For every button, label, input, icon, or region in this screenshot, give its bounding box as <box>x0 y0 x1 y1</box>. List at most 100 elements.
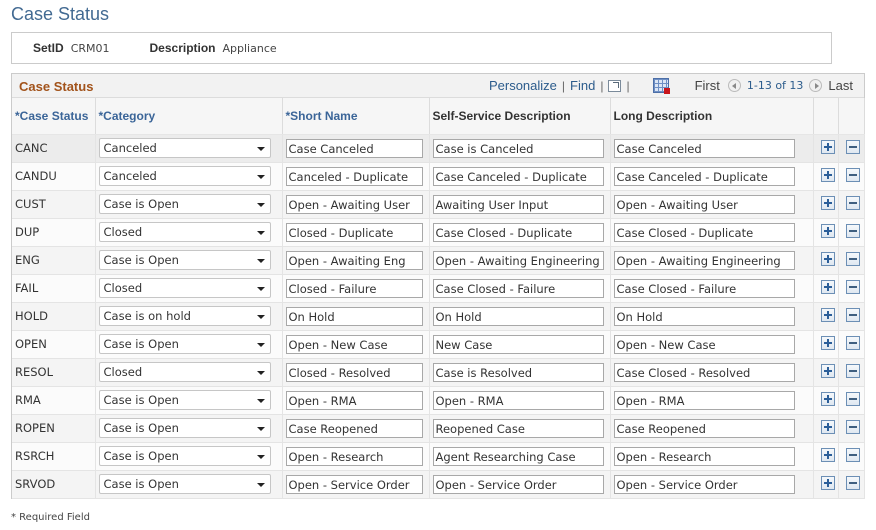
long-description-input[interactable]: Case Closed - Duplicate <box>613 222 795 242</box>
column-header-long-description[interactable]: Long Description <box>610 98 814 135</box>
minus-icon[interactable] <box>845 363 860 378</box>
self-service-description-input[interactable]: Case Closed - Duplicate <box>432 222 604 242</box>
case-status-cell: OPEN <box>12 330 96 359</box>
short-name-input[interactable]: Case Canceled <box>285 138 423 158</box>
short-name-input[interactable]: Open - Awaiting Eng <box>285 250 423 270</box>
minus-icon[interactable] <box>845 391 860 406</box>
plus-icon[interactable] <box>820 223 835 238</box>
long-description-input[interactable]: Open - Research <box>613 446 795 466</box>
minus-icon[interactable] <box>845 139 860 154</box>
self-service-description-input[interactable]: Open - RMA <box>432 390 604 410</box>
long-description-input[interactable]: Open - Awaiting Engineering <box>613 250 795 270</box>
plus-icon[interactable] <box>820 251 835 266</box>
short-name-input[interactable]: On Hold <box>285 306 423 326</box>
delete-cell <box>838 246 865 275</box>
long-description-input[interactable]: Case Closed - Resolved <box>613 362 795 382</box>
category-select[interactable]: Canceled <box>98 138 271 158</box>
minus-icon[interactable] <box>845 475 860 490</box>
self-service-description-input[interactable]: Awaiting User Input <box>432 194 604 214</box>
category-select[interactable]: Case is on hold <box>98 306 271 326</box>
category-select[interactable]: Case is Open <box>98 334 271 354</box>
minus-icon[interactable] <box>845 167 860 182</box>
short-name-input[interactable]: Open - Service Order <box>285 474 423 494</box>
self-service-description-input[interactable]: Open - Service Order <box>432 474 604 494</box>
category-cell: Case is Open <box>95 386 283 415</box>
short-name-input[interactable]: Open - Awaiting User <box>285 194 423 214</box>
self-service-description-input[interactable]: On Hold <box>432 306 604 326</box>
self-service-description-input[interactable]: New Case <box>432 334 604 354</box>
short-name-input[interactable]: Closed - Duplicate <box>285 222 423 242</box>
long-description-input[interactable]: Open - RMA <box>613 390 795 410</box>
long-description-input[interactable]: Open - Awaiting User <box>613 194 795 214</box>
short-name-input[interactable]: Canceled - Duplicate <box>285 166 423 186</box>
column-header-case-status[interactable]: *Case Status <box>12 98 96 135</box>
plus-icon[interactable] <box>820 447 835 462</box>
category-value: Closed <box>103 281 143 295</box>
plus-icon[interactable] <box>820 391 835 406</box>
plus-icon[interactable] <box>820 419 835 434</box>
self-service-description-input[interactable]: Case is Resolved <box>432 362 604 382</box>
category-select[interactable]: Closed <box>98 362 271 382</box>
minus-icon[interactable] <box>845 307 860 322</box>
next-icon[interactable] <box>809 79 823 92</box>
long-description-input[interactable]: Case Closed - Failure <box>613 278 795 298</box>
previous-icon[interactable] <box>727 79 741 92</box>
self-service-description-input[interactable]: Case is Canceled <box>432 138 604 158</box>
column-header-short-name[interactable]: *Short Name <box>282 98 430 135</box>
minus-icon[interactable] <box>845 251 860 266</box>
long-description-input[interactable]: Case Canceled - Duplicate <box>613 166 795 186</box>
category-select[interactable]: Case is Open <box>98 250 271 270</box>
category-select[interactable]: Case is Open <box>98 474 271 494</box>
find-link[interactable]: Find <box>570 78 595 93</box>
plus-icon[interactable] <box>820 307 835 322</box>
last-link[interactable]: Last <box>828 78 853 93</box>
category-select[interactable]: Case is Open <box>98 418 271 438</box>
minus-icon[interactable] <box>845 335 860 350</box>
short-name-input[interactable]: Closed - Resolved <box>285 362 423 382</box>
short-name-input[interactable]: Open - Research <box>285 446 423 466</box>
self-service-description-input[interactable]: Case Closed - Failure <box>432 278 604 298</box>
minus-icon[interactable] <box>845 279 860 294</box>
personalize-link[interactable]: Personalize <box>489 78 557 93</box>
long-description-input[interactable]: On Hold <box>613 306 795 326</box>
chevron-down-icon <box>256 315 265 319</box>
self-service-cell: Open - Service Order <box>429 470 611 499</box>
download-spreadsheet-icon[interactable] <box>652 78 670 94</box>
self-service-cell: Case is Resolved <box>429 358 611 387</box>
plus-icon[interactable] <box>820 363 835 378</box>
plus-icon[interactable] <box>820 279 835 294</box>
self-service-description-input[interactable]: Reopened Case <box>432 418 604 438</box>
category-select[interactable]: Closed <box>98 222 271 242</box>
minus-icon[interactable] <box>845 195 860 210</box>
category-select[interactable]: Canceled <box>98 166 271 186</box>
plus-icon[interactable] <box>820 195 835 210</box>
minus-icon[interactable] <box>845 223 860 238</box>
case-status-cell: RESOL <box>12 358 96 387</box>
short-name-input[interactable]: Open - RMA <box>285 390 423 410</box>
short-name-input[interactable]: Open - New Case <box>285 334 423 354</box>
category-value: Case is Open <box>103 337 179 351</box>
column-header-self-service-description[interactable]: Self-Service Description <box>429 98 611 135</box>
first-link[interactable]: First <box>695 78 720 93</box>
category-select[interactable]: Closed <box>98 278 271 298</box>
plus-icon[interactable] <box>820 139 835 154</box>
long-description-input[interactable]: Open - New Case <box>613 334 795 354</box>
minus-icon[interactable] <box>845 447 860 462</box>
column-header-category[interactable]: *Category <box>95 98 283 135</box>
self-service-description-input[interactable]: Open - Awaiting Engineering <box>432 250 604 270</box>
self-service-description-input[interactable]: Agent Researching Case <box>432 446 604 466</box>
category-select[interactable]: Case is Open <box>98 446 271 466</box>
minus-icon[interactable] <box>845 419 860 434</box>
category-select[interactable]: Case is Open <box>98 194 271 214</box>
plus-icon[interactable] <box>820 335 835 350</box>
short-name-input[interactable]: Closed - Failure <box>285 278 423 298</box>
short-name-input[interactable]: Case Reopened <box>285 418 423 438</box>
plus-icon[interactable] <box>820 475 835 490</box>
zoom-view-icon[interactable] <box>608 79 622 92</box>
plus-icon[interactable] <box>820 167 835 182</box>
long-description-input[interactable]: Case Reopened <box>613 418 795 438</box>
long-description-input[interactable]: Open - Service Order <box>613 474 795 494</box>
category-select[interactable]: Case is Open <box>98 390 271 410</box>
long-description-input[interactable]: Case Canceled <box>613 138 795 158</box>
self-service-description-input[interactable]: Case Canceled - Duplicate <box>432 166 604 186</box>
